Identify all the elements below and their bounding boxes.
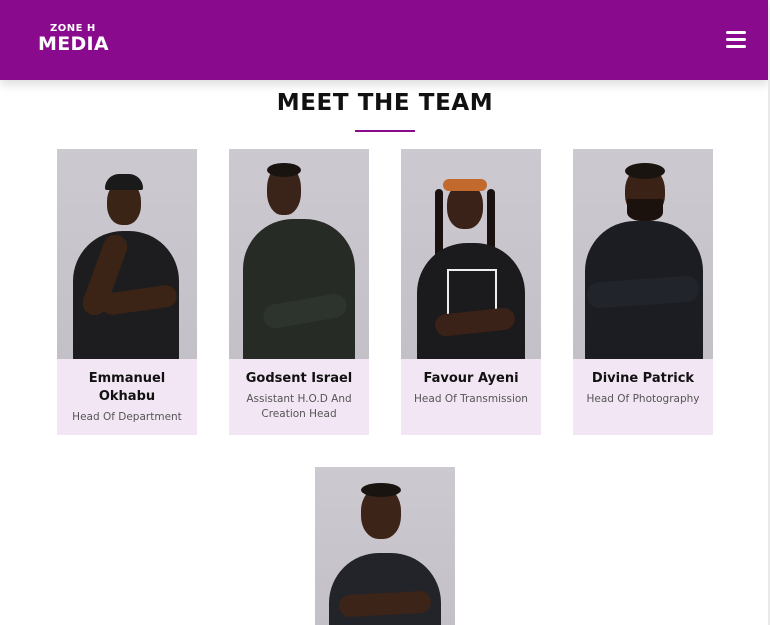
hamburger-line [726, 38, 746, 41]
team-card-info: Divine Patrick Head Of Photography [573, 359, 713, 435]
hamburger-menu-icon[interactable] [726, 31, 746, 48]
team-member-role: Assistant H.O.D And Creation Head [246, 393, 352, 420]
team-member-photo [573, 149, 713, 359]
title-underline [355, 130, 415, 132]
team-card-godsent: Godsent Israel Assistant H.O.D And Creat… [229, 149, 369, 435]
team-card-divine: Divine Patrick Head Of Photography [573, 149, 713, 435]
zone-h-media-logo[interactable]: ZONE H MEDIA [38, 23, 109, 54]
team-member-photo [57, 149, 197, 359]
team-member-photo [401, 149, 541, 359]
logo-main-text: MEDIA [38, 33, 109, 55]
team-member-role: Head Of Department [72, 411, 182, 423]
team-card-favour: Favour Ayeni Head Of Transmission [401, 149, 541, 435]
team-member-photo [229, 149, 369, 359]
team-member-name: Divine Patrick [591, 371, 695, 386]
hamburger-line [726, 45, 746, 48]
hamburger-line [726, 31, 746, 34]
team-member-role: Head Of Photography [586, 393, 700, 405]
team-card-info: Emmanuel Okhabu Head Of Department [57, 359, 197, 435]
team-member-photo [315, 467, 455, 625]
section-title: MEET THE TEAM [276, 90, 494, 116]
team-member-name: Favour Ayeni [423, 371, 519, 386]
team-card-emmanuel: Emmanuel Okhabu Head Of Department [57, 149, 197, 435]
team-card-info: Favour Ayeni Head Of Transmission [401, 359, 541, 435]
team-member-name: Emmanuel Okhabu [88, 371, 166, 404]
top-navbar: ZONE H MEDIA [0, 0, 768, 80]
team-member-name: Godsent Israel [245, 371, 353, 386]
team-card-info: Godsent Israel Assistant H.O.D And Creat… [229, 359, 369, 435]
team-member-role: Head Of Transmission [414, 393, 528, 405]
team-card-fifth [315, 467, 455, 625]
